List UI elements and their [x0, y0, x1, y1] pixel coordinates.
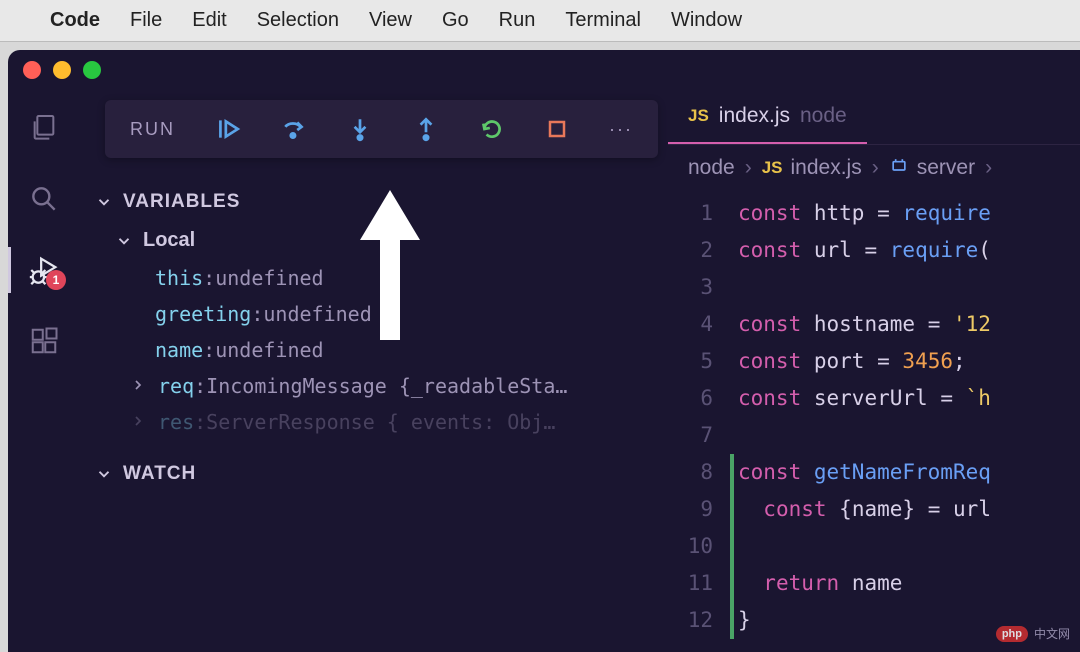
debug-icon[interactable]: 1 — [26, 252, 62, 288]
menu-file[interactable]: File — [130, 9, 162, 32]
watermark: php 中文网 — [996, 625, 1070, 642]
menu-go[interactable]: Go — [442, 9, 469, 32]
editor-tabs: JS index.js node — [668, 90, 1080, 145]
step-out-button[interactable] — [413, 116, 439, 142]
watermark-text: 中文网 — [1034, 625, 1070, 642]
main-area: 1 RUN — [8, 90, 1080, 652]
variables-section-header[interactable]: VARIABLES — [80, 183, 668, 221]
stop-button[interactable] — [545, 117, 569, 141]
variable-row[interactable]: name: undefined — [80, 332, 668, 368]
chevron-down-icon — [95, 465, 113, 483]
extensions-icon[interactable] — [26, 323, 62, 359]
chevron-down-icon — [115, 232, 133, 250]
js-file-icon: JS — [762, 158, 783, 178]
breadcrumb-item[interactable]: JS index.js — [762, 156, 862, 180]
window-close-button[interactable] — [23, 61, 41, 79]
mac-menubar: Code File Edit Selection View Go Run Ter… — [0, 0, 1080, 42]
breadcrumb[interactable]: node › JS index.js › server › — [668, 145, 1080, 191]
titlebar — [8, 50, 1080, 90]
variable-row[interactable]: res: ServerResponse { events: Obj… — [80, 404, 668, 440]
menu-app[interactable]: Code — [50, 9, 100, 32]
js-file-icon: JS — [688, 106, 709, 126]
chevron-right-icon: › — [745, 156, 752, 180]
chevron-right-icon: › — [872, 156, 879, 180]
menu-run[interactable]: Run — [499, 9, 536, 32]
menu-window[interactable]: Window — [671, 9, 742, 32]
variable-row[interactable]: greeting: undefined — [80, 296, 668, 332]
menu-edit[interactable]: Edit — [192, 9, 226, 32]
search-icon[interactable] — [26, 181, 62, 217]
scope-label: Local — [143, 229, 195, 252]
step-into-button[interactable] — [347, 116, 373, 142]
chevron-right-icon — [130, 374, 146, 398]
variables-scope-local[interactable]: Local — [80, 221, 668, 260]
activity-bar: 1 — [8, 90, 80, 652]
tab-filename: index.js — [719, 104, 790, 128]
tab-description: node — [800, 104, 847, 128]
menu-terminal[interactable]: Terminal — [565, 9, 641, 32]
variables-label: VARIABLES — [123, 191, 240, 213]
breadcrumb-item[interactable]: node — [688, 156, 735, 180]
chevron-down-icon — [95, 193, 113, 211]
tab-index-js[interactable]: JS index.js node — [668, 90, 867, 144]
debug-run-label: RUN — [130, 119, 175, 140]
symbol-variable-icon — [889, 155, 909, 181]
window-minimize-button[interactable] — [53, 61, 71, 79]
more-button[interactable]: ··· — [609, 119, 633, 140]
continue-button[interactable] — [215, 116, 241, 142]
debug-sidebar: RUN ··· — [80, 90, 668, 652]
breadcrumb-item[interactable]: server — [889, 155, 975, 181]
watch-label: WATCH — [123, 463, 196, 485]
vscode-window: 1 RUN — [8, 50, 1080, 652]
debug-badge: 1 — [46, 270, 66, 290]
step-over-button[interactable] — [281, 116, 307, 142]
explorer-icon[interactable] — [26, 110, 62, 146]
variable-row[interactable]: this: undefined — [80, 260, 668, 296]
watch-section-header[interactable]: WATCH — [80, 455, 668, 493]
window-maximize-button[interactable] — [83, 61, 101, 79]
code-editor[interactable]: 123456789101112 const http = requirecons… — [668, 191, 1080, 652]
code-body[interactable]: const http = requireconst url = require(… — [738, 191, 1080, 652]
menu-selection[interactable]: Selection — [257, 9, 339, 32]
restart-button[interactable] — [479, 116, 505, 142]
variable-row[interactable]: req: IncomingMessage {_readableSta… — [80, 368, 668, 404]
chevron-right-icon — [130, 410, 146, 434]
debug-toolbar: RUN ··· — [105, 100, 658, 158]
editor: JS index.js node node › JS index.js › se… — [668, 90, 1080, 652]
menu-view[interactable]: View — [369, 9, 412, 32]
watermark-badge: php — [996, 626, 1028, 642]
line-gutter: 123456789101112 — [668, 191, 738, 652]
chevron-right-icon: › — [985, 156, 992, 180]
